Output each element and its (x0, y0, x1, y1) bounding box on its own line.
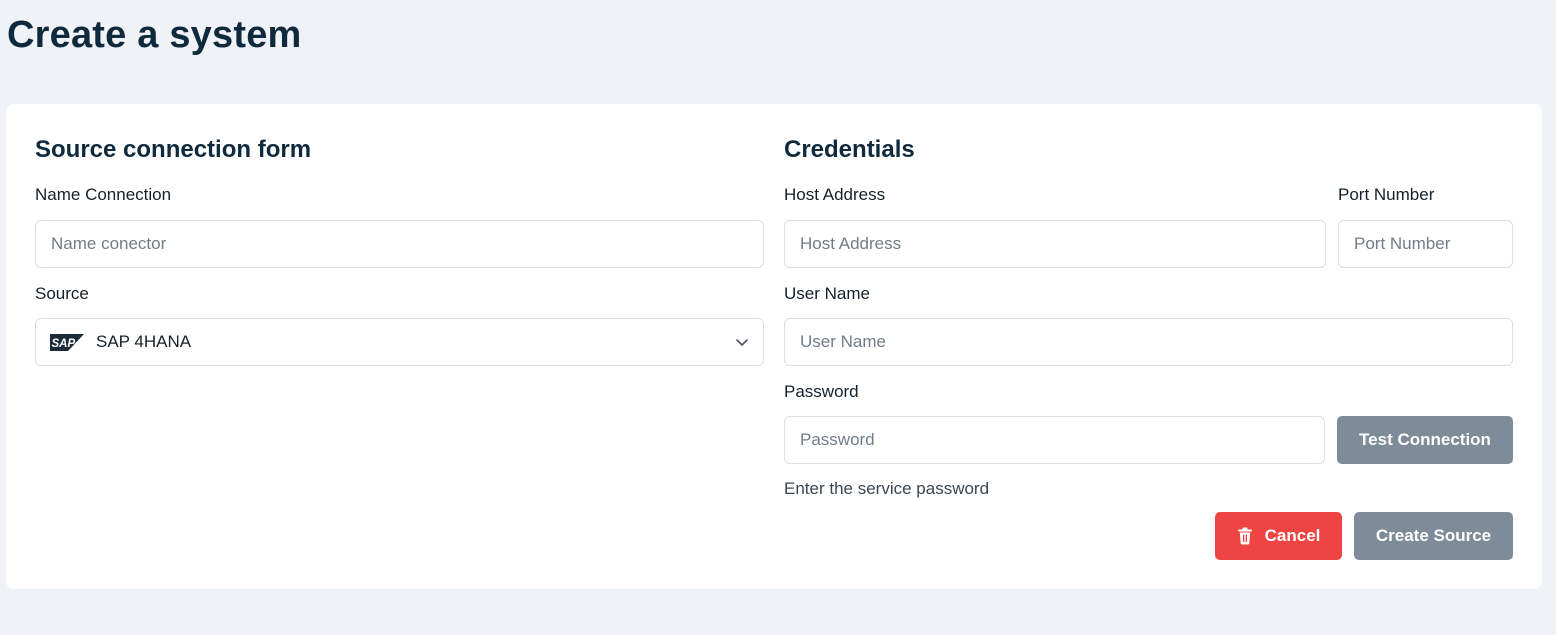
password-input[interactable] (784, 416, 1325, 464)
test-connection-button[interactable]: Test Connection (1337, 416, 1513, 464)
sap-logo-icon: SAP (50, 333, 84, 351)
port-number-label: Port Number (1338, 185, 1435, 204)
name-connection-label: Name Connection (35, 185, 172, 204)
user-name-input[interactable] (784, 318, 1513, 366)
page-title: Create a system (7, 14, 302, 56)
cancel-button-label: Cancel (1264, 526, 1321, 545)
name-connection-input[interactable] (35, 220, 764, 268)
source-select-value: SAP 4HANA (96, 332, 192, 351)
host-address-input[interactable] (784, 220, 1326, 268)
password-label: Password (784, 382, 859, 401)
source-form-title: Source connection form (35, 136, 312, 163)
user-name-label: User Name (784, 284, 870, 303)
trash-icon (1237, 527, 1253, 545)
host-address-label: Host Address (784, 185, 886, 204)
form-card: Source connection form Name Connection S… (6, 104, 1542, 589)
source-label: Source (35, 284, 89, 303)
cancel-button[interactable]: Cancel (1215, 512, 1342, 560)
source-select[interactable]: SAP SAP 4HANA (35, 318, 764, 366)
chevron-down-icon (735, 335, 749, 349)
password-hint: Enter the service password (784, 479, 990, 498)
sap-logo-text: SAP (52, 338, 76, 350)
port-number-input[interactable] (1338, 220, 1513, 268)
create-source-button[interactable]: Create Source (1354, 512, 1513, 560)
credentials-title: Credentials (784, 136, 915, 163)
